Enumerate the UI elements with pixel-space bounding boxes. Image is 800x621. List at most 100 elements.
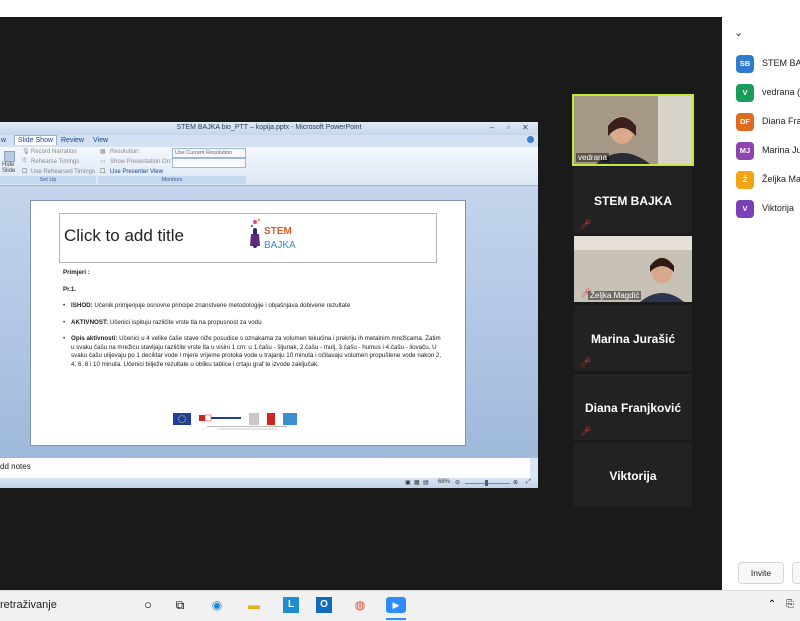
tile-name: Viktorija [609,469,657,483]
app-l-icon[interactable]: L [283,597,299,613]
use-rehearsed-timings-label: Use Rehearsed Timings [31,169,96,175]
set-up-group-label: Set Up [0,176,96,184]
slide[interactable]: Click to add title STEM BAJKA Primjeri :… [30,200,466,446]
status-bar: ▣ ▦ ▤ 68% ⊖ ⊕ ⤢ [0,478,538,488]
funding-logos [173,413,297,430]
file-explorer-icon[interactable]: ▬ [246,597,262,613]
zoom-out-icon[interactable]: ⊖ [455,479,460,486]
participant-name: STEM BAJKA [762,58,800,68]
resolution-label: Resolution: [110,149,141,155]
participant-name: vedrana ( [762,87,800,97]
muted-mic-icon: 🎤︎ [580,357,592,367]
title-placeholder[interactable]: Click to add title STEM BAJKA [59,213,437,263]
maximize-icon[interactable]: ▫ [507,123,510,132]
avatar: MJ [736,142,754,160]
tab-partial[interactable]: w [0,136,9,145]
video-tile-vedrana[interactable]: vedrana [572,94,694,166]
reading-view-icon[interactable]: ▤ [423,479,429,486]
cortana-icon[interactable]: ○ [140,597,156,613]
hide-slide-icon [4,151,15,162]
taskbar-search-box[interactable]: retraživanje [0,599,57,611]
video-tile-marina[interactable]: Marina Jurašić 🎤︎ [574,305,692,371]
zoom-app-icon[interactable]: ▶ [386,597,406,613]
ribbon: Hide Slide 🎙 Record Narration ⏱ Rehearse… [0,147,538,186]
network-icon[interactable]: ⎘ [782,597,798,613]
minimize-icon[interactable]: – [490,123,494,132]
tab-slide-show[interactable]: Slide Show [14,135,58,145]
notes-scrollbar[interactable] [530,458,538,480]
zoom-slider-thumb[interactable] [485,480,488,486]
tile-name-label: Željka Magdić [588,291,642,300]
resolution-select[interactable]: Use Current Resolution [172,148,246,158]
monitor-icon: ▭ [100,159,106,165]
notes-placeholder: dd notes [0,462,31,471]
fit-to-window-icon[interactable]: ⤢ [526,479,531,486]
chrome-icon[interactable]: ◍ [352,597,368,613]
tile-name: Diana Franjković [584,401,682,415]
aktivnost-text: Učenici ispituju različite vrste tla na … [109,318,262,326]
help-icon[interactable] [527,136,534,143]
tab-view[interactable]: View [90,136,111,145]
slide-heading: Primjeri : [63,269,90,276]
mute-all-button[interactable] [792,562,800,584]
normal-view-icon[interactable]: ▣ [405,479,411,486]
video-tile-stem-bajka[interactable]: STEM BAJKA 🎤︎ [574,167,692,233]
tile-name: Marina Jurašić [590,332,676,346]
title-placeholder-text: Click to add title [64,226,184,245]
rehearse-icon: ⏱ [22,158,27,164]
windows-taskbar: retraživanje ○ ⧉ ◉ ▬ L O ◍ ▶ ⌃ ⎘ [0,590,800,621]
use-rehearsed-checkbox[interactable]: ☐ [22,168,27,175]
tile-name-label: vedrana [576,153,609,162]
invite-button[interactable]: Invite [738,562,784,584]
presenter-view-label: Use Presenter View [110,169,163,175]
slide-sorter-icon[interactable]: ▦ [414,479,420,486]
zoom-in-icon[interactable]: ⊕ [513,479,518,486]
muted-mic-icon: 🎤︎ [580,219,592,229]
edge-icon[interactable]: ◉ [209,597,225,613]
bullet-ishod: • ISHOD: Učenik primjenjuje osnovne prin… [63,302,351,309]
avatar: SB [736,55,754,73]
bullet-aktivnost: • AKTIVNOST: Učenici ispituju različite … [63,318,262,326]
slide-subheading: Pr.1. [63,285,77,293]
opis-text: Učenici u 4 velike čaše stave niže posud… [71,335,442,368]
chevron-down-icon[interactable]: ⌄ [734,26,743,39]
record-narration-button[interactable]: Record Narration [31,149,77,155]
participant-name: Diana Fra [762,116,800,126]
task-view-icon[interactable]: ⧉ [172,597,188,613]
bullet-opis: • Opis aktivnosti: Učenici u 4 velike ča… [63,335,442,368]
tab-review[interactable]: Review [58,136,87,145]
ribbon-tabs: w Slide Show Review View [0,135,538,147]
show-presentation-on-label: Show Presentation On: [110,159,172,165]
window-title-bar[interactable]: STEM BAJKA bio_PTT – kopija.pptx - Micro… [0,122,538,135]
slide-body-text: Primjeri : Pr.1. • ISHOD: Učenik primjen… [63,269,445,377]
stem-bajka-logo: STEM BAJKA [250,218,296,251]
rehearse-timings-button[interactable]: Rehearse Timings [31,159,79,165]
notes-pane[interactable]: dd notes [0,456,538,480]
video-tile-viktorija[interactable]: Viktorija [574,443,692,507]
participant-name: Marina Ju [762,145,800,155]
avatar: DF [736,113,754,131]
svg-text:BAJKA: BAJKA [264,240,296,251]
resolution-icon: ▦ [100,149,106,155]
monitors-group-label: Monitors [98,176,246,184]
chevron-up-icon[interactable]: ⌃ [764,597,780,613]
hide-slide-button[interactable]: Hide Slide [2,162,18,174]
avatar: V [736,200,754,218]
aktivnost-label: AKTIVNOST: [71,318,109,326]
show-on-select[interactable] [172,158,246,168]
video-tile-zeljka[interactable]: 🎤︎ Željka Magdić [574,236,692,302]
avatar: V [736,84,754,102]
ishod-text: Učenik primjenjuje osnovne principe znan… [94,302,351,309]
participants-panel: ⌄ SB STEM BAJKA V vedrana ( DF Diana Fra… [722,17,800,590]
outlook-icon[interactable]: O [316,597,332,613]
video-tile-diana[interactable]: Diana Franjković 🎤︎ [574,374,692,440]
participant-name: Viktorija [762,203,794,213]
presenter-view-checkbox[interactable]: ☐ [100,168,105,175]
ishod-label: ISHOD: [71,302,93,309]
tile-name: STEM BAJKA [593,194,672,208]
svg-text:STEM: STEM [264,226,292,237]
participant-name: Željka Ma [762,174,800,184]
close-icon[interactable]: ✕ [522,123,529,132]
zoom-level[interactable]: 68% [438,479,450,485]
record-narration-icon: 🎙 [22,149,30,155]
